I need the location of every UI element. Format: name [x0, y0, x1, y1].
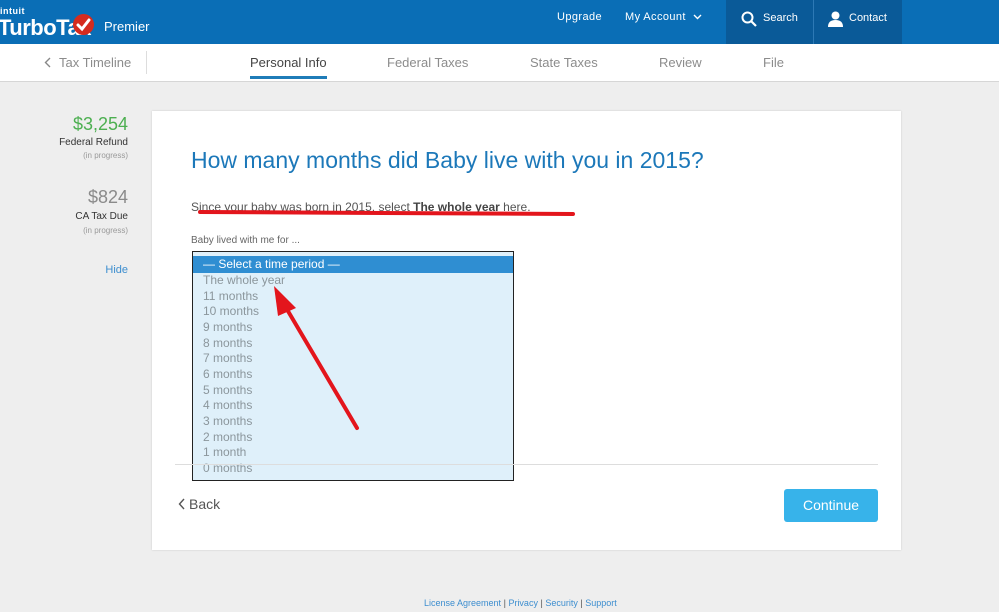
tab-federal-taxes[interactable]: Federal Taxes — [387, 55, 468, 70]
continue-button[interactable]: Continue — [784, 489, 878, 522]
contact-button[interactable]: Contact — [813, 0, 902, 44]
select-option[interactable]: 7 months — [203, 351, 252, 365]
months-field-label: Baby lived with me for ... — [191, 235, 300, 246]
search-label: Search — [763, 12, 798, 24]
edition-label: Premier — [104, 19, 150, 34]
divider — [175, 464, 878, 465]
back-button[interactable]: Back — [178, 496, 220, 512]
select-option[interactable]: 1 month — [203, 445, 246, 459]
progress-nav: Tax Timeline Personal Info Federal Taxes… — [0, 44, 999, 82]
back-label: Back — [189, 496, 221, 512]
contact-label: Contact — [849, 12, 887, 24]
check-icon — [73, 14, 94, 35]
federal-refund-amount: $3,254 — [72, 114, 128, 134]
my-account-label: My Account — [625, 11, 686, 23]
chevron-left-icon — [178, 498, 185, 510]
top-bar: intuit TurboTax Premier Upgrade My Accou… — [0, 0, 999, 44]
page-title: How many months did Baby live with you i… — [191, 147, 704, 173]
tab-personal-info[interactable]: Personal Info — [250, 55, 327, 79]
state-tax-amount: $824 — [87, 187, 128, 207]
tab-review[interactable]: Review — [659, 55, 702, 70]
select-option[interactable]: 8 months — [203, 336, 252, 350]
hide-link[interactable]: Hide — [105, 264, 128, 276]
tab-file[interactable]: File — [763, 55, 784, 70]
select-option[interactable]: 9 months — [203, 320, 252, 334]
select-option[interactable]: 6 months — [203, 367, 252, 381]
chevron-down-icon — [693, 14, 702, 20]
search-button[interactable]: Search — [726, 0, 813, 44]
upgrade-link[interactable]: Upgrade — [557, 11, 602, 23]
privacy-link[interactable]: Privacy — [508, 598, 538, 608]
separator: | — [503, 598, 506, 608]
user-icon — [828, 11, 843, 27]
select-option[interactable]: 11 months — [203, 289, 258, 303]
select-option[interactable]: — Select a time period — — [193, 256, 513, 273]
select-option[interactable]: 3 months — [203, 414, 252, 428]
chevron-left-icon — [44, 57, 51, 68]
tab-state-taxes[interactable]: State Taxes — [530, 55, 598, 70]
annotation-underline — [197, 210, 576, 216]
federal-refund-status: (in progress) — [83, 151, 128, 160]
select-option[interactable]: The whole year — [203, 273, 285, 287]
state-tax-label: CA Tax Due — [75, 211, 128, 222]
federal-refund-label: Federal Refund — [59, 137, 128, 148]
question-card: How many months did Baby live with you i… — [152, 111, 901, 550]
select-option[interactable]: 5 months — [203, 383, 252, 397]
tax-timeline-label: Tax Timeline — [59, 55, 132, 70]
select-option[interactable]: 2 months — [203, 430, 252, 444]
divider — [146, 51, 147, 74]
support-link[interactable]: Support — [585, 598, 617, 608]
select-option[interactable]: 10 months — [203, 304, 259, 318]
separator: | — [540, 598, 543, 608]
select-option[interactable]: 4 months — [203, 398, 252, 412]
tax-timeline-link[interactable]: Tax Timeline — [44, 55, 131, 70]
license-agreement-link[interactable]: License Agreement — [424, 598, 501, 608]
search-icon — [741, 11, 757, 27]
my-account-menu[interactable]: My Account — [625, 11, 702, 23]
security-link[interactable]: Security — [545, 598, 578, 608]
separator: | — [580, 598, 583, 608]
months-select[interactable]: — Select a time period — The whole year … — [192, 251, 514, 481]
footer-links: License Agreement | Privacy | Security |… — [424, 598, 617, 608]
state-tax-status: (in progress) — [83, 226, 128, 235]
